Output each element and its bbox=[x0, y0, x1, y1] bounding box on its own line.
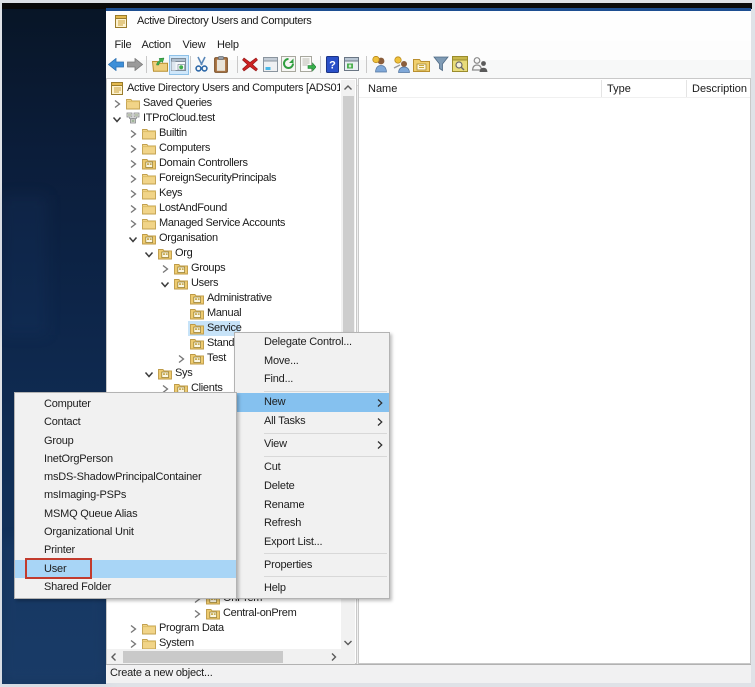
svg-text:?: ? bbox=[329, 60, 336, 72]
